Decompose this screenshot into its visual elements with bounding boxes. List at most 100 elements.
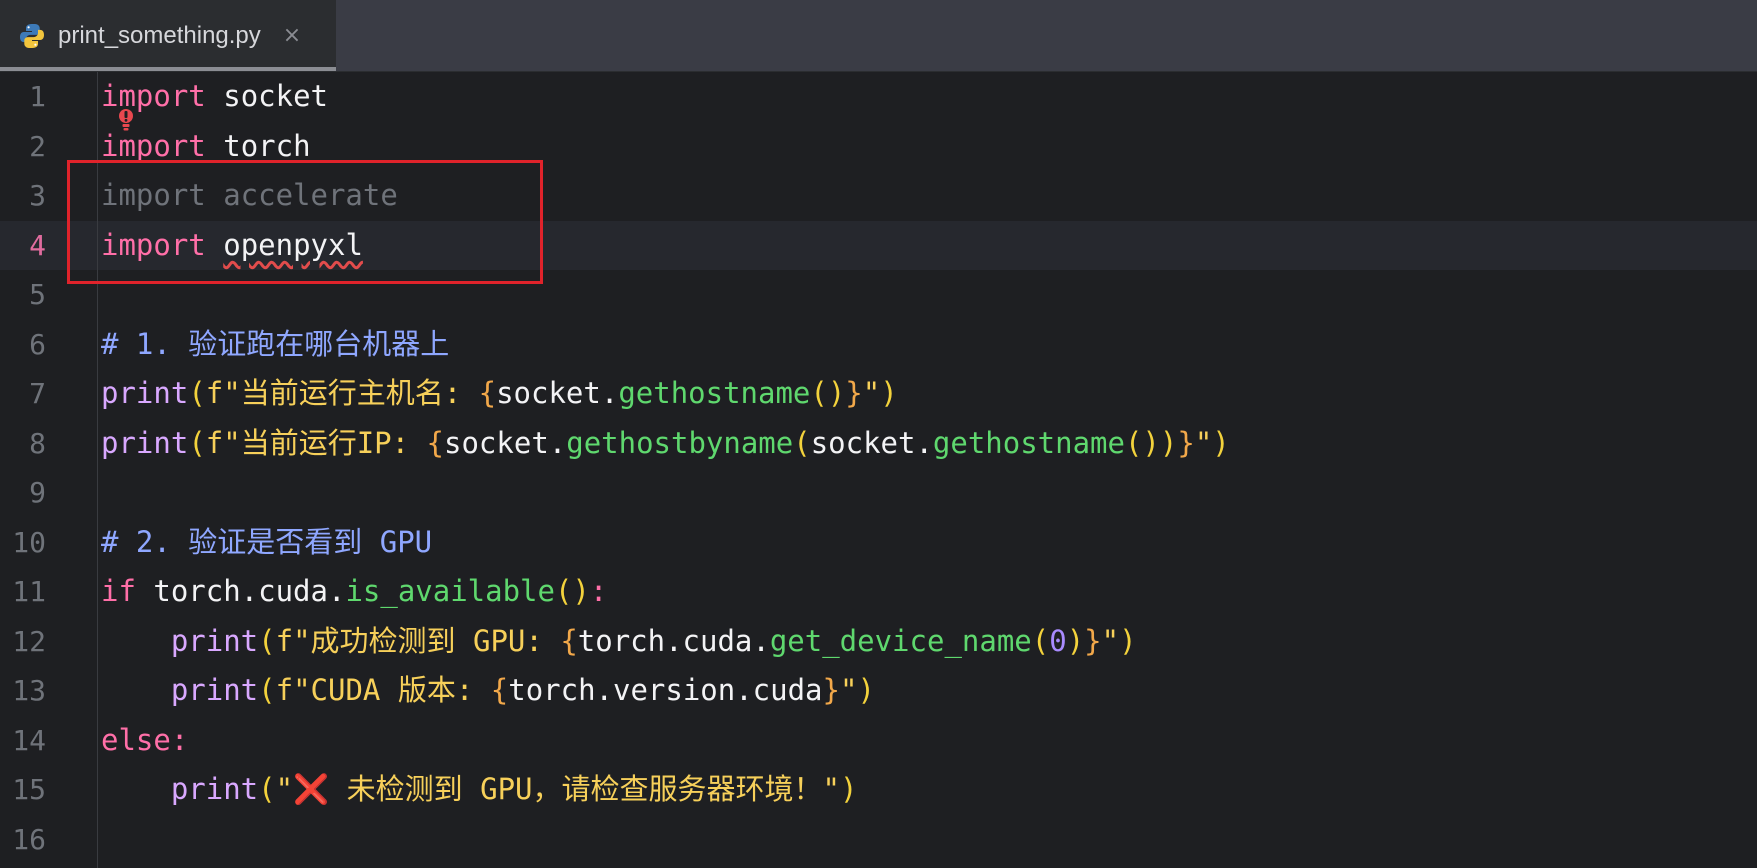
code-token: torch.version.cuda [508,673,823,707]
code-token: gethostname [932,425,1125,460]
code-token: () [810,376,846,410]
code-token: socket. [810,425,933,460]
code-token: ( [258,772,276,806]
code-token: " [1101,623,1120,658]
code-token: f"CUDA 版本: [275,673,491,707]
code-token: " [1194,425,1213,460]
code-line[interactable]: print(f"当前运行IP: {socket.gethostbyname(so… [101,419,1230,468]
code-line[interactable]: import socket [101,72,328,121]
code-token: ( [1031,623,1050,658]
code-token: print [101,425,189,460]
code-token: { [478,376,497,410]
code-token: () [554,574,590,608]
code-token: f"当前运行IP: [205,425,427,460]
code-token: { [426,425,445,460]
code-token: torch [223,128,311,163]
code-token: ( [258,673,276,707]
tab-filename: print_something.py [58,21,261,49]
code-token: is_available [345,574,555,608]
code-token: socket [223,79,328,113]
active-tab-indicator [0,67,336,71]
close-icon[interactable]: × [283,23,301,48]
code-token: ) [839,772,858,806]
code-token: ) [857,673,875,707]
code-line[interactable]: print(f"当前运行主机名: {socket.gethostname()}"… [101,369,898,418]
code-token: : [589,574,608,608]
line-number: 6 [29,327,46,361]
warning-bulb-icon[interactable] [118,108,134,134]
code-token: gethostname [618,376,811,410]
code-token: socket. [496,376,619,410]
code-token: ()) [1124,425,1178,460]
code-token: ( [188,376,206,410]
code-token: ) [1119,623,1137,658]
code-token: 未检测到 GPU，请检查服务器环境！" [329,772,840,806]
line-number: 8 [29,426,46,460]
code-token: } [845,376,863,410]
code-token: torch.cuda. [577,623,770,658]
line-number: 3 [29,179,46,212]
code-token: import [101,79,206,113]
code-token: gethostbyname [566,425,794,460]
code-token: 0 [1049,623,1067,658]
code-token: ) [1212,425,1230,460]
code-token: get_device_name [769,623,1032,658]
code-token: if [101,574,136,608]
code-token: ) [1066,623,1085,658]
code-token: { [490,673,509,707]
code-line[interactable]: print(f"成功检测到 GPU: {torch.cuda.get_devic… [101,617,1137,666]
code-line[interactable]: print(f"CUDA 版本: {torch.version.cuda}") [101,666,875,715]
code-token: ( [793,425,811,460]
line-number: 13 [12,674,46,707]
line-number: 16 [12,822,46,856]
code-token: ) [880,376,898,410]
line-number: 12 [12,624,46,658]
code-token: print [170,673,259,707]
code-token: } [1177,425,1195,460]
line-number: 15 [12,773,46,806]
red-x-icon: ❌ [293,772,330,806]
code-token: " [839,673,858,707]
python-icon [20,23,44,48]
code-token: print [170,772,259,806]
line-number: 2 [29,129,46,163]
line-number: 4 [29,228,46,262]
code-token: " [862,376,881,410]
code-token: f"成功检测到 GPU: [275,623,561,658]
code-token: } [822,673,840,707]
line-number: 9 [29,476,46,509]
code-token: else: [101,722,189,757]
code-token: ( [258,623,276,658]
code-token: ( [188,425,206,460]
code-token: socket. [444,425,567,460]
line-number: 7 [29,377,46,410]
code-token: { [560,623,578,658]
code-token: print [170,623,259,658]
line-number: 1 [29,80,46,113]
code-token: torch.cuda. [135,574,346,608]
code-line[interactable]: print("❌ 未检测到 GPU，请检查服务器环境！") [101,765,858,814]
line-number: 11 [12,575,46,608]
code-token: print [101,376,189,410]
annotation-box [67,160,543,284]
line-number: 10 [12,525,46,559]
code-token: import [101,128,206,163]
code-token: " [275,772,294,806]
code-line[interactable]: # 2. 验证是否看到 GPU [101,518,432,567]
editor-tab-bar: print_something.py × [0,0,1757,72]
tab-print-something[interactable]: print_something.py × [0,0,336,71]
code-line[interactable]: if torch.cuda.is_available(): [101,567,607,616]
line-number: 14 [12,723,46,757]
line-number: 5 [29,278,46,311]
code-line[interactable]: else: [101,716,188,765]
code-line[interactable]: # 1. 验证跑在哪台机器上 [101,320,449,369]
code-token: # 1. 验证跑在哪台机器上 [101,326,450,361]
code-token: f"当前运行主机名: [205,376,479,410]
code-token: # 2. 验证是否看到 GPU [101,524,433,559]
code-token: } [1084,623,1102,658]
